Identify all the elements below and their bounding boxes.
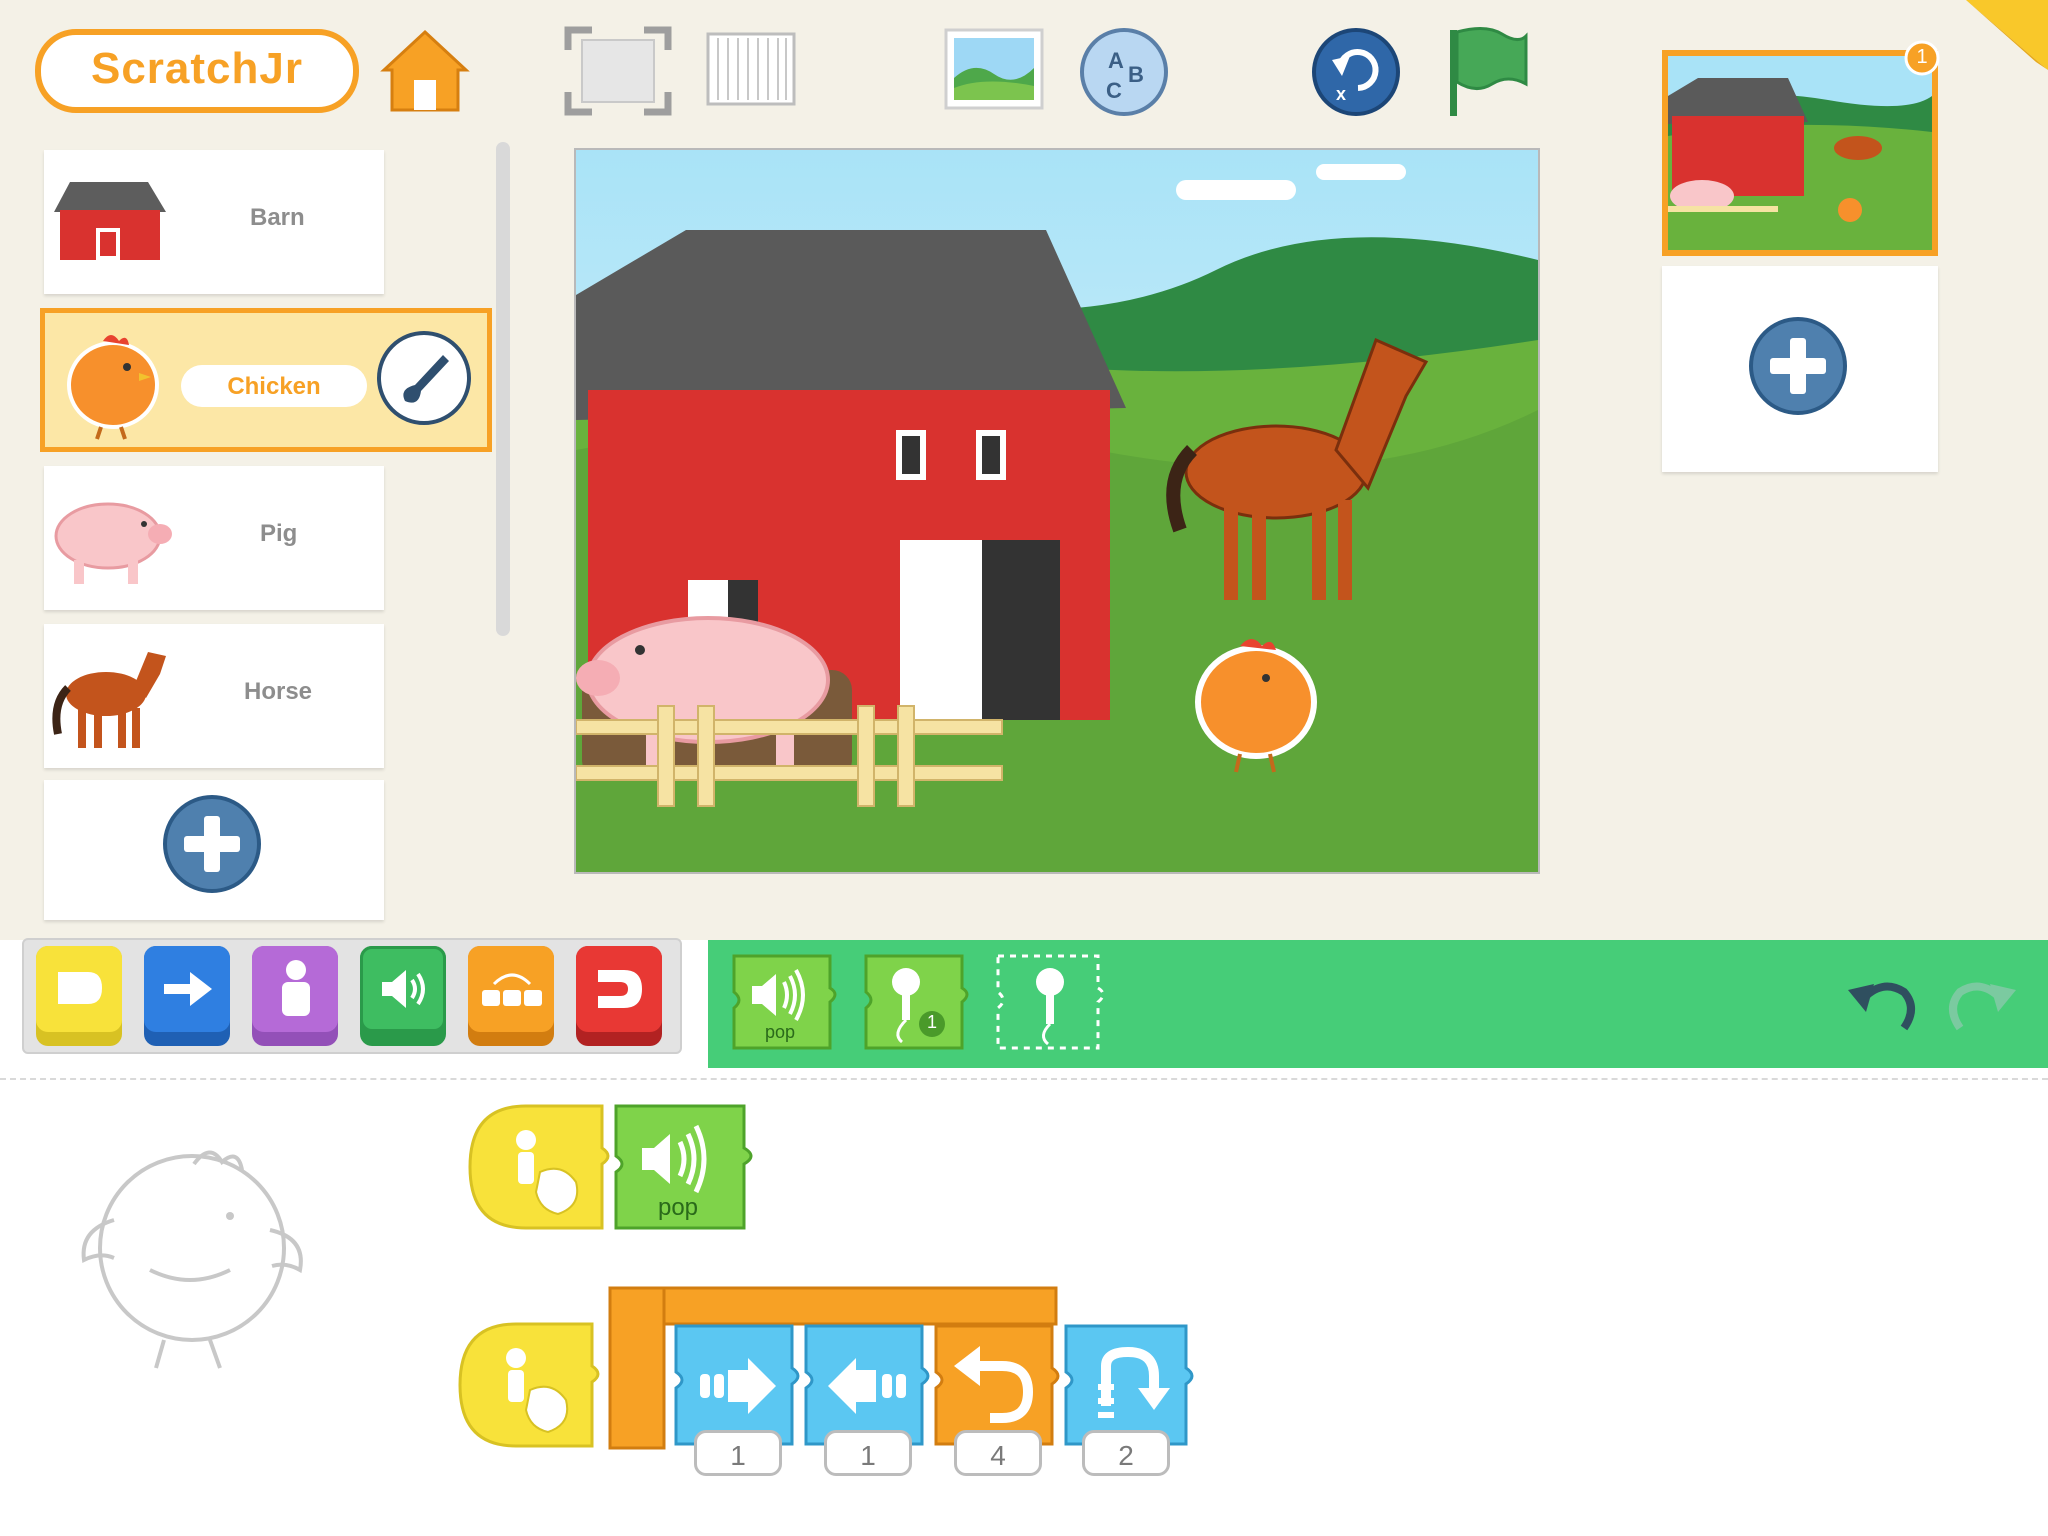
logo-text: ScratchJr bbox=[90, 44, 303, 93]
page-corner-fold bbox=[1966, 0, 2048, 70]
svg-text:x: x bbox=[1336, 84, 1346, 104]
horse-thumbnail bbox=[52, 652, 166, 748]
script-1: pop bbox=[466, 1102, 766, 1232]
palette-sound-label: pop bbox=[764, 1022, 796, 1042]
control-repeat-icon bbox=[482, 973, 542, 1006]
sprite-card-chicken-selected[interactable]: Chicken bbox=[40, 308, 492, 452]
script-1-start-on-tap-block[interactable] bbox=[466, 1102, 616, 1232]
category-motion[interactable] bbox=[144, 946, 230, 1046]
home-icon[interactable] bbox=[380, 28, 470, 114]
category-looks[interactable] bbox=[252, 946, 338, 1046]
script-2-start-on-tap-block[interactable] bbox=[456, 1320, 606, 1450]
sprite-list-scrollbar[interactable] bbox=[496, 142, 510, 636]
barn-thumbnail bbox=[54, 182, 166, 260]
script-2-move-right-count[interactable]: 1 bbox=[694, 1430, 782, 1476]
text-abc-icon[interactable]: A B C bbox=[1078, 26, 1170, 118]
speaker-icon bbox=[382, 970, 425, 1008]
background-picture-icon[interactable] bbox=[944, 28, 1044, 110]
script-2: 1 1 4 2 bbox=[456, 1284, 1216, 1484]
svg-text:B: B bbox=[1128, 62, 1144, 87]
undo-icon[interactable] bbox=[1842, 964, 1922, 1044]
paint-brush-icon[interactable] bbox=[375, 329, 473, 427]
svg-text:A: A bbox=[1108, 48, 1124, 73]
palette-play-sound-block[interactable]: pop bbox=[730, 952, 840, 1052]
category-triggering[interactable] bbox=[36, 946, 122, 1046]
reset-characters-icon[interactable]: x bbox=[1310, 26, 1402, 118]
category-end[interactable] bbox=[576, 946, 662, 1046]
svg-text:C: C bbox=[1106, 78, 1122, 103]
record-microphone-icon[interactable] bbox=[994, 952, 1112, 1052]
chicken-thumbnail bbox=[67, 335, 159, 440]
sprite-name-horse: Horse bbox=[244, 678, 313, 705]
script-2-turn-left-count[interactable]: 4 bbox=[954, 1430, 1042, 1476]
scratchjr-logo[interactable]: ScratchJr bbox=[34, 26, 360, 116]
grid-icon[interactable] bbox=[706, 32, 796, 106]
sprite-name-field[interactable]: Chicken bbox=[181, 365, 367, 407]
script-1-sound-label: pop bbox=[657, 1194, 699, 1221]
add-sprite-plus-icon[interactable] bbox=[160, 792, 264, 896]
trigger-block-icon bbox=[58, 972, 102, 1004]
stage-canvas[interactable] bbox=[574, 148, 1540, 874]
script-2-move-left-count[interactable]: 1 bbox=[824, 1430, 912, 1476]
page-thumbnail-image bbox=[1668, 56, 1932, 250]
add-page-card bbox=[1662, 266, 1938, 472]
green-flag-icon[interactable] bbox=[1446, 24, 1530, 120]
sprite-card-pig[interactable]: Pig bbox=[44, 466, 384, 610]
sprite-card-barn[interactable]: Barn bbox=[44, 150, 384, 294]
palette-microphone-block-shape bbox=[864, 954, 969, 1050]
scripting-area-divider bbox=[0, 1078, 2048, 1084]
category-sound[interactable] bbox=[360, 946, 446, 1046]
person-icon bbox=[282, 960, 310, 1016]
sprite-name-pig: Pig bbox=[260, 520, 298, 547]
fullscreen-icon[interactable] bbox=[564, 26, 672, 116]
end-block-icon bbox=[598, 970, 642, 1008]
add-page-plus-icon[interactable] bbox=[1746, 314, 1850, 418]
palette-recorded-sound-block[interactable]: 1 bbox=[862, 952, 972, 1052]
pig-thumbnail bbox=[54, 502, 172, 584]
add-sprite-card bbox=[44, 780, 384, 920]
category-control[interactable] bbox=[468, 946, 554, 1046]
chicken-sprite-outline bbox=[81, 1150, 303, 1369]
sprite-card-horse[interactable]: Horse bbox=[44, 624, 384, 768]
script-2-hop-count[interactable]: 2 bbox=[1082, 1430, 1170, 1476]
redo-icon[interactable] bbox=[1942, 964, 2022, 1044]
palette-microphone-number: 1 bbox=[926, 1012, 937, 1032]
page-number-text: 1 bbox=[1916, 46, 1928, 68]
arrow-right-icon bbox=[164, 972, 212, 1006]
sprite-name-barn: Barn bbox=[250, 204, 305, 231]
page-thumbnail-1[interactable] bbox=[1662, 50, 1938, 256]
sprite-name-chicken: Chicken bbox=[227, 373, 321, 400]
